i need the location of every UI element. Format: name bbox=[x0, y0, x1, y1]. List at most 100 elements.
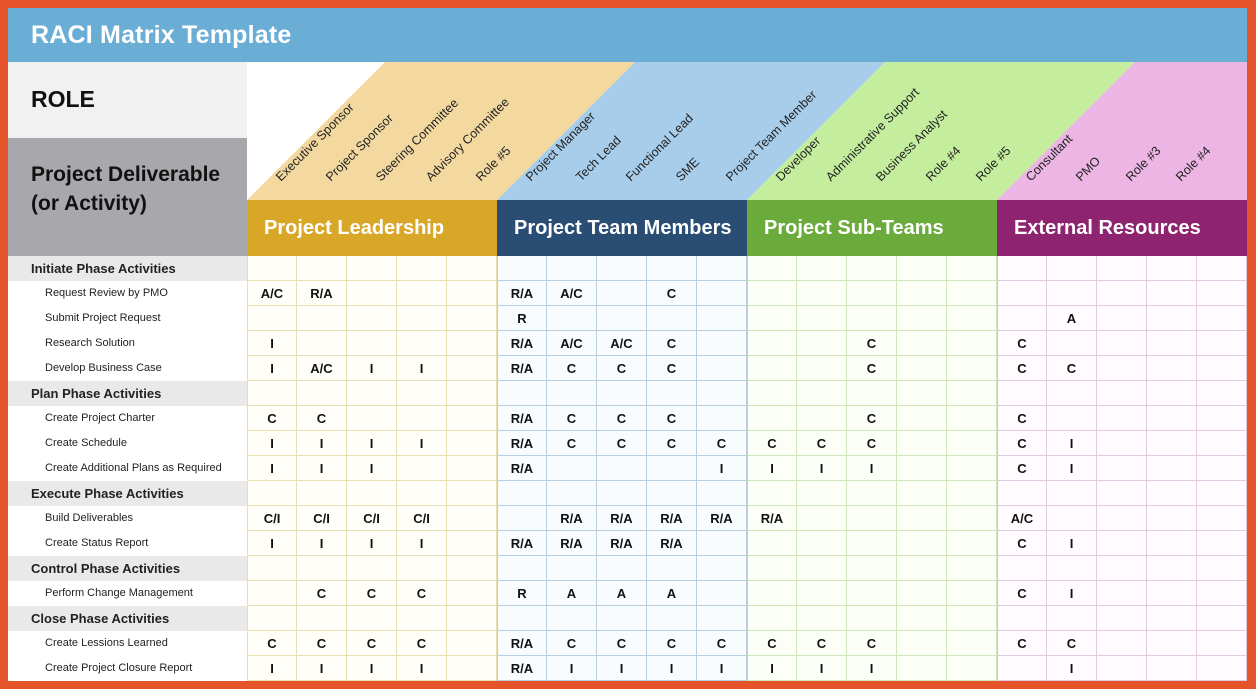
raci-cell[interactable] bbox=[397, 281, 447, 306]
raci-cell[interactable] bbox=[447, 606, 497, 631]
raci-cell[interactable]: R/A bbox=[747, 506, 797, 531]
raci-cell[interactable] bbox=[947, 506, 997, 531]
raci-cell[interactable]: I bbox=[847, 456, 897, 481]
raci-cell[interactable] bbox=[897, 381, 947, 406]
raci-cell[interactable]: I bbox=[1047, 456, 1097, 481]
raci-cell[interactable] bbox=[497, 256, 547, 281]
raci-cell[interactable] bbox=[247, 606, 297, 631]
raci-cell[interactable] bbox=[947, 581, 997, 606]
raci-cell[interactable]: C bbox=[1047, 356, 1097, 381]
raci-cell[interactable] bbox=[797, 306, 847, 331]
raci-cell[interactable] bbox=[747, 481, 797, 506]
raci-cell[interactable]: C bbox=[997, 331, 1047, 356]
raci-cell[interactable]: C bbox=[247, 631, 297, 656]
raci-cell[interactable] bbox=[547, 456, 597, 481]
raci-cell[interactable] bbox=[1197, 381, 1247, 406]
raci-cell[interactable] bbox=[1047, 481, 1097, 506]
raci-cell[interactable] bbox=[1147, 531, 1197, 556]
raci-cell[interactable] bbox=[947, 556, 997, 581]
raci-cell[interactable] bbox=[797, 331, 847, 356]
raci-cell[interactable] bbox=[797, 581, 847, 606]
raci-cell[interactable] bbox=[447, 506, 497, 531]
raci-cell[interactable] bbox=[997, 481, 1047, 506]
raci-cell[interactable]: C bbox=[397, 631, 447, 656]
raci-cell[interactable] bbox=[1097, 606, 1147, 631]
raci-cell[interactable] bbox=[1147, 431, 1197, 456]
raci-cell[interactable] bbox=[547, 481, 597, 506]
raci-cell[interactable] bbox=[1197, 556, 1247, 581]
raci-cell[interactable] bbox=[1097, 581, 1147, 606]
raci-cell[interactable] bbox=[797, 556, 847, 581]
raci-cell[interactable]: C bbox=[997, 581, 1047, 606]
raci-cell[interactable]: R/A bbox=[547, 506, 597, 531]
raci-cell[interactable] bbox=[847, 306, 897, 331]
raci-cell[interactable] bbox=[447, 281, 497, 306]
raci-cell[interactable] bbox=[397, 606, 447, 631]
raci-cell[interactable] bbox=[1197, 281, 1247, 306]
raci-cell[interactable] bbox=[1197, 256, 1247, 281]
raci-cell[interactable] bbox=[247, 581, 297, 606]
raci-cell[interactable]: A bbox=[597, 581, 647, 606]
raci-cell[interactable]: R/A bbox=[597, 506, 647, 531]
raci-cell[interactable]: C bbox=[997, 456, 1047, 481]
raci-cell[interactable] bbox=[1147, 481, 1197, 506]
raci-cell[interactable] bbox=[1197, 506, 1247, 531]
raci-cell[interactable] bbox=[1147, 331, 1197, 356]
raci-cell[interactable]: C bbox=[697, 431, 747, 456]
raci-cell[interactable]: C bbox=[647, 331, 697, 356]
raci-cell[interactable] bbox=[947, 306, 997, 331]
raci-cell[interactable] bbox=[1197, 531, 1247, 556]
raci-cell[interactable] bbox=[447, 581, 497, 606]
raci-cell[interactable]: I bbox=[747, 456, 797, 481]
raci-cell[interactable] bbox=[797, 481, 847, 506]
raci-cell[interactable]: C bbox=[647, 631, 697, 656]
raci-cell[interactable]: A bbox=[547, 581, 597, 606]
raci-cell[interactable]: C bbox=[547, 431, 597, 456]
raci-cell[interactable] bbox=[297, 381, 347, 406]
raci-cell[interactable]: R/A bbox=[697, 506, 747, 531]
raci-cell[interactable]: R/A bbox=[497, 531, 547, 556]
raci-cell[interactable] bbox=[997, 606, 1047, 631]
raci-cell[interactable]: C bbox=[647, 406, 697, 431]
raci-cell[interactable]: R/A bbox=[497, 356, 547, 381]
raci-cell[interactable]: A/C bbox=[547, 281, 597, 306]
raci-cell[interactable]: R/A bbox=[297, 281, 347, 306]
raci-cell[interactable]: R/A bbox=[497, 456, 547, 481]
raci-cell[interactable]: C bbox=[297, 406, 347, 431]
raci-cell[interactable] bbox=[847, 481, 897, 506]
raci-cell[interactable] bbox=[697, 306, 747, 331]
raci-cell[interactable] bbox=[1147, 631, 1197, 656]
raci-cell[interactable]: I bbox=[347, 656, 397, 681]
raci-cell[interactable]: I bbox=[597, 656, 647, 681]
raci-cell[interactable] bbox=[597, 481, 647, 506]
raci-cell[interactable]: I bbox=[647, 656, 697, 681]
raci-cell[interactable] bbox=[247, 256, 297, 281]
raci-cell[interactable]: A/C bbox=[547, 331, 597, 356]
raci-cell[interactable] bbox=[1097, 456, 1147, 481]
raci-cell[interactable]: C bbox=[997, 631, 1047, 656]
raci-cell[interactable] bbox=[897, 656, 947, 681]
raci-cell[interactable] bbox=[347, 256, 397, 281]
raci-cell[interactable] bbox=[697, 281, 747, 306]
raci-cell[interactable]: C bbox=[597, 356, 647, 381]
raci-cell[interactable]: I bbox=[397, 531, 447, 556]
raci-cell[interactable]: I bbox=[297, 531, 347, 556]
raci-cell[interactable] bbox=[747, 356, 797, 381]
raci-cell[interactable]: I bbox=[347, 431, 397, 456]
raci-cell[interactable] bbox=[347, 306, 397, 331]
raci-cell[interactable] bbox=[1097, 556, 1147, 581]
raci-cell[interactable] bbox=[297, 331, 347, 356]
raci-cell[interactable]: C bbox=[997, 356, 1047, 381]
raci-cell[interactable] bbox=[347, 556, 397, 581]
raci-cell[interactable]: C/I bbox=[247, 506, 297, 531]
raci-cell[interactable] bbox=[1197, 356, 1247, 381]
raci-cell[interactable] bbox=[797, 506, 847, 531]
raci-cell[interactable] bbox=[697, 381, 747, 406]
raci-cell[interactable] bbox=[497, 556, 547, 581]
raci-cell[interactable] bbox=[697, 481, 747, 506]
raci-cell[interactable]: I bbox=[797, 656, 847, 681]
raci-cell[interactable] bbox=[447, 456, 497, 481]
raci-cell[interactable]: R/A bbox=[497, 431, 547, 456]
raci-cell[interactable] bbox=[1097, 306, 1147, 331]
raci-cell[interactable] bbox=[647, 256, 697, 281]
